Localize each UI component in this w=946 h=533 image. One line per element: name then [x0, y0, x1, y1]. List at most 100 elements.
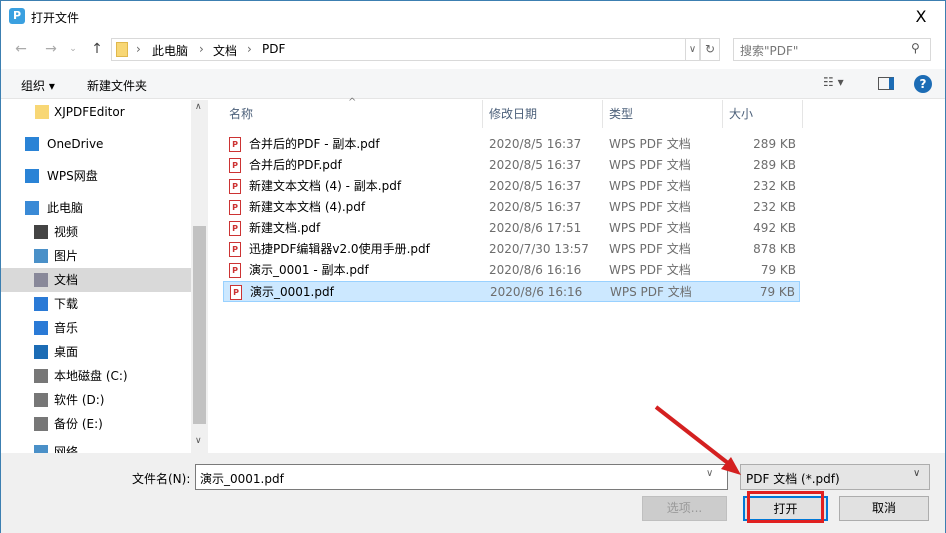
sidebar-item[interactable]: 下载	[1, 292, 191, 316]
sidebar-item[interactable]: XJPDFEditor	[1, 100, 191, 124]
navigation-pane: XJPDFEditor OneDrive WPS网盘此电脑视频图片文档下载音乐桌面本…	[1, 100, 191, 453]
close-button[interactable]: X	[906, 5, 936, 29]
filetype-select[interactable]: PDF 文档 (*.pdf)	[740, 464, 930, 490]
title-bar	[1, 1, 945, 33]
sidebar-item-label: 软件 (D:)	[54, 393, 105, 407]
crumb[interactable]: 文档	[213, 42, 237, 59]
preview-pane-icon[interactable]	[878, 77, 894, 90]
file-date: 2020/7/30 13:57	[489, 242, 589, 256]
sidebar-item[interactable]: 此电脑	[1, 196, 191, 220]
file-type: WPS PDF 文档	[609, 200, 691, 214]
file-type: WPS PDF 文档	[609, 158, 691, 172]
file-name: 合并后的PDF.pdf	[249, 158, 342, 172]
sidebar-item-label: 本地磁盘 (C:)	[54, 369, 128, 383]
scrollbar-thumb[interactable]	[193, 226, 206, 424]
download-icon	[34, 297, 48, 311]
up-icon[interactable]: ↑	[87, 39, 107, 59]
refresh-icon[interactable]: ↻	[700, 38, 720, 61]
file-size: 289 KB	[753, 158, 796, 172]
file-name: 演示_0001.pdf	[250, 285, 334, 299]
file-type: WPS PDF 文档	[610, 285, 692, 299]
pdf-file-icon: P	[230, 285, 242, 300]
pdf-file-icon: P	[229, 263, 241, 278]
file-date: 2020/8/6 17:51	[489, 221, 582, 235]
options-button[interactable]: 选项...	[642, 496, 727, 521]
view-options-icon[interactable]: ☷ ▾	[823, 75, 844, 89]
help-icon[interactable]: ?	[914, 75, 932, 93]
sidebar-item-label: WPS网盘	[47, 169, 98, 183]
new-folder-button[interactable]: 新建文件夹	[87, 77, 147, 94]
forward-icon[interactable]: →	[41, 39, 61, 59]
chevron-down-icon[interactable]: ∨	[913, 468, 920, 479]
file-size: 232 KB	[753, 179, 796, 193]
computer-icon	[25, 201, 39, 215]
video-icon	[34, 225, 48, 239]
file-row[interactable]: P 演示_0001.pdf 2020/8/6 16:16 WPS PDF 文档 79 K…	[223, 281, 800, 302]
file-name: 新建文档.pdf	[249, 221, 321, 235]
sidebar-item-label: 桌面	[54, 345, 79, 359]
organize-button[interactable]: 组织 ▾	[21, 77, 55, 94]
pdf-file-icon: P	[229, 179, 241, 194]
sidebar-item[interactable]: 备份 (E:)	[1, 412, 191, 436]
sidebar-item[interactable]: WPS网盘	[1, 164, 191, 188]
cloud-icon	[25, 137, 39, 151]
crumb[interactable]: PDF	[262, 42, 285, 56]
drive-icon	[34, 369, 48, 383]
file-name: 合并后的PDF - 副本.pdf	[249, 137, 380, 151]
sidebar-item[interactable]: 桌面	[1, 340, 191, 364]
sidebar-item[interactable]: 本地磁盘 (C:)	[1, 364, 191, 388]
picture-icon	[34, 249, 48, 263]
sidebar-item-label: 下载	[54, 297, 79, 311]
sidebar-item[interactable]: 音乐	[1, 316, 191, 340]
sidebar-item-label: 图片	[54, 249, 79, 263]
column-header-type[interactable]: 类型	[603, 100, 723, 128]
pdf-file-icon: P	[229, 200, 241, 215]
file-row[interactable]: P 合并后的PDF.pdf 2020/8/5 16:37 WPS PDF 文档 289 …	[223, 155, 800, 176]
chevron-right-icon: ›	[247, 42, 252, 56]
sidebar-item-label: 此电脑	[47, 201, 84, 215]
file-date: 2020/8/5 16:37	[489, 179, 582, 193]
file-type: WPS PDF 文档	[609, 137, 691, 151]
file-row[interactable]: P 迅捷PDF编辑器v2.0使用手册.pdf 2020/7/30 13:57 WPS …	[223, 239, 800, 260]
folder-icon	[35, 105, 49, 119]
column-header-size[interactable]: 大小	[723, 100, 803, 128]
search-icon: ⚲	[911, 41, 920, 55]
file-name: 新建文本文档 (4) - 副本.pdf	[249, 179, 402, 193]
search-input[interactable]: 搜索"PDF"	[733, 38, 931, 61]
sidebar-item-label: 网络	[54, 445, 79, 453]
sidebar-item[interactable]: 视频	[1, 220, 191, 244]
cancel-button[interactable]: 取消	[839, 496, 929, 521]
column-header-date[interactable]: 修改日期	[483, 100, 603, 128]
address-bar[interactable]: › 此电脑 › 文档 › PDF	[111, 38, 686, 61]
sidebar-item[interactable]: OneDrive	[1, 132, 191, 156]
file-date: 2020/8/6 16:16	[490, 285, 583, 299]
sidebar-item[interactable]: 网络	[1, 440, 191, 453]
sidebar-item[interactable]: 图片	[1, 244, 191, 268]
drive-icon	[34, 417, 48, 431]
back-icon[interactable]: ←	[11, 39, 31, 59]
chevron-down-icon[interactable]: ∨	[686, 38, 700, 61]
sidebar-item[interactable]: 文档	[1, 268, 191, 292]
filename-input[interactable]: 演示_0001.pdf	[195, 464, 728, 490]
file-row[interactable]: P 演示_0001 - 副本.pdf 2020/8/6 16:16 WPS PDF 文…	[223, 260, 800, 281]
file-date: 2020/8/5 16:37	[489, 137, 582, 151]
file-row[interactable]: P 新建文本文档 (4) - 副本.pdf 2020/8/5 16:37 WPS PD…	[223, 176, 800, 197]
sidebar-item[interactable]: 软件 (D:)	[1, 388, 191, 412]
file-size: 878 KB	[753, 242, 796, 256]
music-icon	[34, 321, 48, 335]
sidebar-item-label: 备份 (E:)	[54, 417, 103, 431]
file-size: 232 KB	[753, 200, 796, 214]
file-row[interactable]: P 新建文档.pdf 2020/8/6 17:51 WPS PDF 文档 492 KB	[223, 218, 800, 239]
chevron-right-icon: ›	[136, 42, 141, 56]
file-row[interactable]: P 合并后的PDF - 副本.pdf 2020/8/5 16:37 WPS PDF 文…	[223, 134, 800, 155]
document-icon	[34, 273, 48, 287]
sidebar-item-label: 视频	[54, 225, 79, 239]
filename-label: 文件名(N):	[132, 472, 191, 486]
app-icon: P	[9, 8, 25, 24]
recent-dropdown-icon[interactable]: ⌄	[63, 39, 83, 59]
file-name: 演示_0001 - 副本.pdf	[249, 263, 369, 277]
file-row[interactable]: P 新建文本文档 (4).pdf 2020/8/5 16:37 WPS PDF 文档 2…	[223, 197, 800, 218]
chevron-right-icon: ›	[199, 42, 204, 56]
pdf-file-icon: P	[229, 137, 241, 152]
crumb[interactable]: 此电脑	[152, 42, 188, 59]
